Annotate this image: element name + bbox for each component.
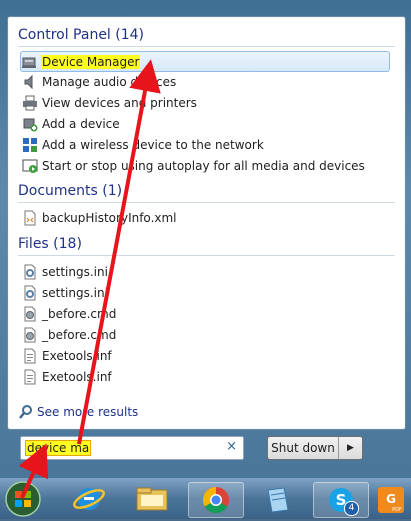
inf-file-icon: [22, 369, 38, 385]
internet-explorer-icon[interactable]: [62, 482, 116, 516]
result-file[interactable]: _before.cmd: [22, 325, 116, 344]
result-add-device[interactable]: Add a device: [22, 114, 120, 133]
result-label: Exetools.inf: [42, 369, 112, 384]
start-menu: Control Panel (14) Device Manager Manage…: [0, 0, 411, 478]
clear-search-icon[interactable]: ×: [226, 439, 237, 454]
result-label: Start or stop using autoplay for all med…: [42, 158, 365, 173]
search-input[interactable]: device ma ×: [20, 436, 244, 460]
see-more-results-link[interactable]: See more results: [18, 404, 138, 420]
autoplay-icon: [22, 158, 38, 174]
shutdown-options-arrow-icon[interactable]: ▶: [338, 437, 362, 459]
search-input-value: device ma: [25, 440, 92, 456]
inf-file-icon: [22, 348, 38, 364]
ini-file-icon: [22, 285, 38, 301]
wireless-network-icon: [22, 137, 38, 153]
section-divider: [18, 46, 395, 47]
ini-file-icon: [22, 264, 38, 280]
search-icon: [18, 404, 34, 420]
xml-file-icon: [22, 210, 38, 226]
skype-icon[interactable]: S 4: [313, 482, 369, 518]
result-backup-history[interactable]: backupHistoryInfo.xml: [22, 208, 177, 227]
section-divider: [18, 255, 395, 256]
cmd-file-icon: [22, 306, 38, 322]
result-label: View devices and printers: [42, 95, 197, 110]
result-label: Manage audio devices: [42, 74, 177, 89]
cmd-file-icon: [22, 327, 38, 343]
section-header-documents[interactable]: Documents (1): [18, 183, 122, 199]
section-header-control-panel[interactable]: Control Panel (14): [18, 27, 144, 43]
result-label: settings.ini: [42, 264, 108, 279]
section-divider: [18, 202, 395, 203]
shutdown-button[interactable]: Shut down: [268, 441, 338, 455]
result-file[interactable]: Exetools.inf: [22, 367, 112, 386]
result-label: Exetools.inf: [42, 348, 112, 363]
result-label: settings.ini: [42, 285, 108, 300]
result-label: _before.cmd: [42, 306, 117, 321]
notepad-icon[interactable]: [250, 482, 304, 516]
result-label: Device Manager: [41, 54, 141, 69]
result-file[interactable]: Exetools.inf: [22, 346, 112, 365]
shutdown-button-group: Shut down ▶: [267, 436, 363, 460]
result-autoplay[interactable]: Start or stop using autoplay for all med…: [22, 156, 365, 175]
speaker-icon: [22, 74, 38, 90]
result-label: Add a device: [42, 116, 120, 131]
result-device-manager[interactable]: Device Manager: [20, 51, 390, 72]
foxit-pdf-icon[interactable]: G PDF: [372, 482, 411, 516]
device-manager-icon: [21, 54, 37, 70]
printer-icon: [22, 95, 38, 111]
result-file[interactable]: settings.ini: [22, 283, 108, 302]
skype-notification-badge: 4: [344, 501, 359, 516]
result-file[interactable]: settings.ini: [22, 262, 108, 281]
see-more-label: See more results: [37, 405, 139, 419]
section-header-files[interactable]: Files (18): [18, 236, 82, 252]
result-label: _before.cmd: [42, 327, 117, 342]
search-results-panel: Control Panel (14) Device Manager Manage…: [7, 16, 406, 430]
result-add-wireless-device[interactable]: Add a wireless device to the network: [22, 135, 264, 154]
file-explorer-icon[interactable]: [125, 482, 179, 516]
add-device-icon: [22, 116, 38, 132]
svg-text:G: G: [386, 492, 396, 506]
start-orb-icon[interactable]: [4, 480, 42, 518]
result-label: Add a wireless device to the network: [42, 137, 264, 152]
result-file[interactable]: _before.cmd: [22, 304, 116, 323]
chrome-icon[interactable]: [188, 482, 244, 518]
svg-text:PDF: PDF: [392, 507, 402, 513]
result-view-devices-printers[interactable]: View devices and printers: [22, 93, 197, 112]
result-label: backupHistoryInfo.xml: [42, 210, 177, 225]
result-manage-audio-devices[interactable]: Manage audio devices: [22, 72, 176, 91]
taskbar: S 4 G PDF: [0, 478, 411, 519]
